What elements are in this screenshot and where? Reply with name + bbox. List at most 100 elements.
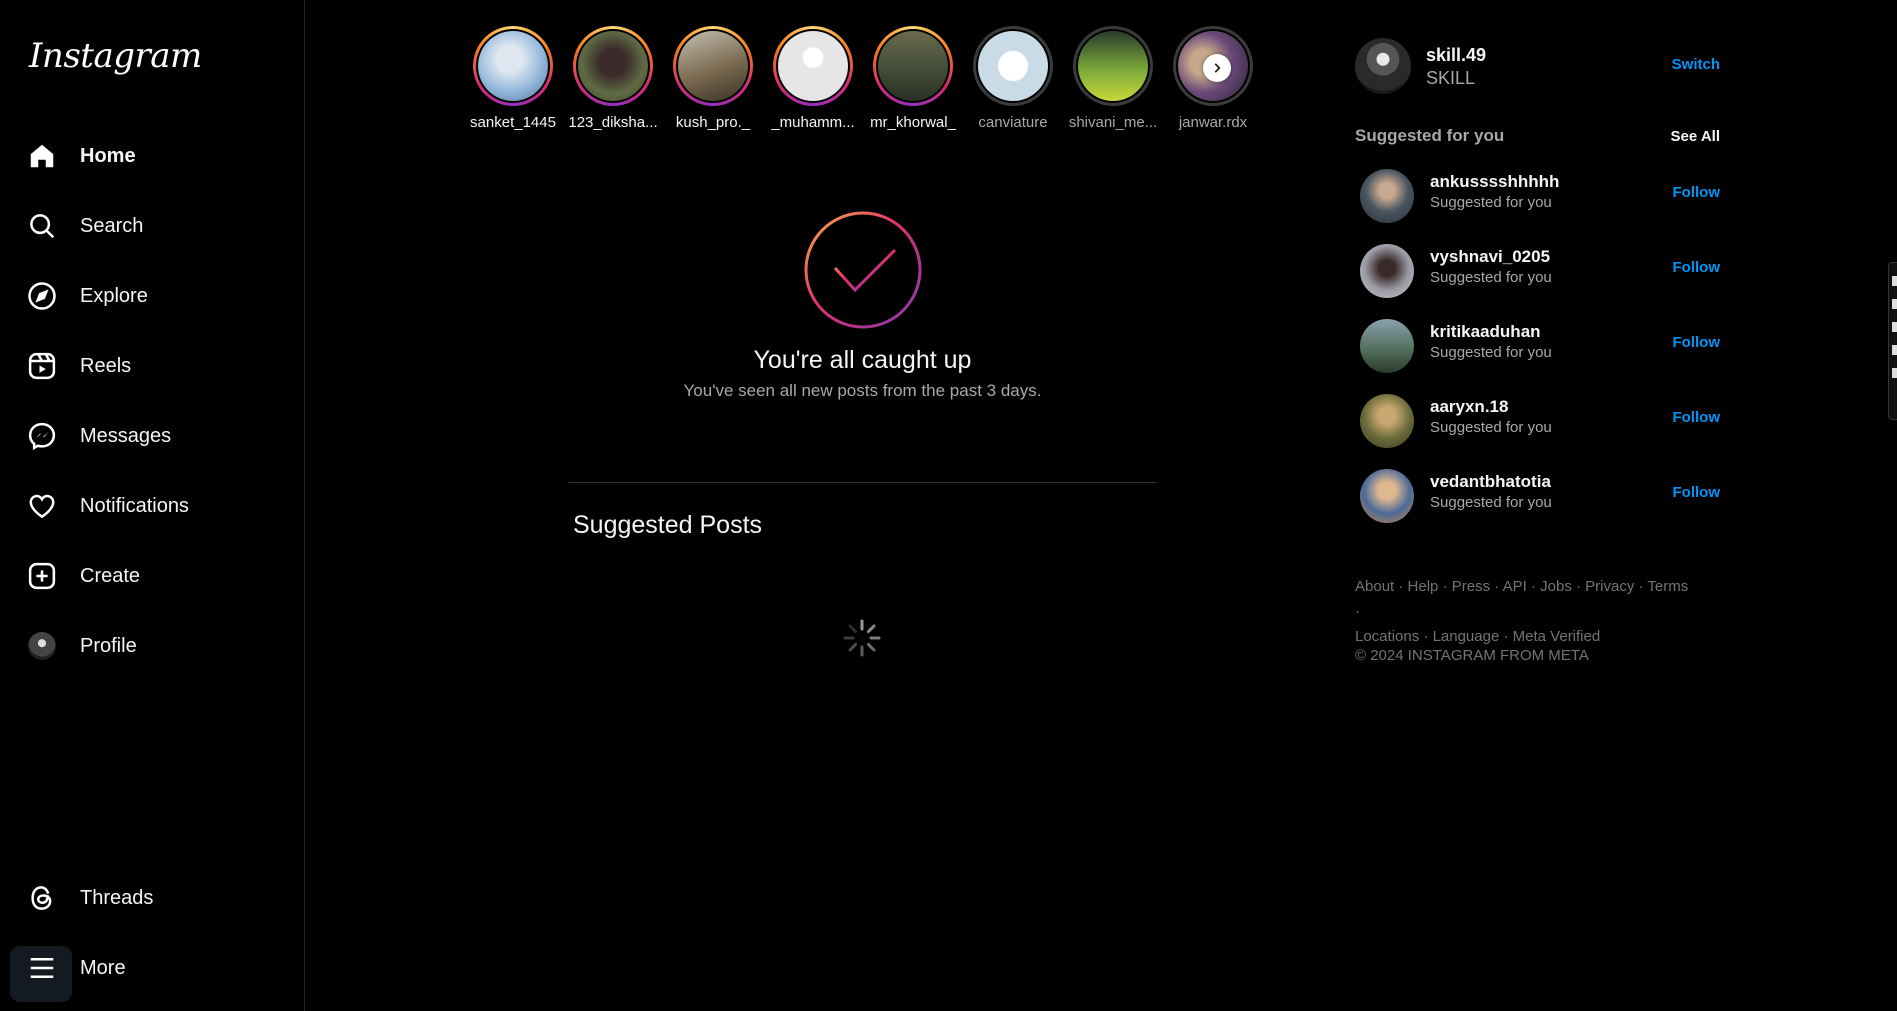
nav-threads[interactable]: Threads: [20, 870, 280, 926]
footer-link[interactable]: Help: [1408, 578, 1439, 595]
story-item[interactable]: _muhamm...: [765, 26, 861, 131]
edge-toolbar[interactable]: [1888, 262, 1897, 420]
story-item[interactable]: sanket_1445: [465, 26, 561, 131]
story-username: kush_pro._: [675, 114, 751, 131]
stories-next-button[interactable]: [1203, 54, 1231, 82]
story-avatar: [578, 31, 648, 101]
nav-create-label: Create: [80, 564, 141, 587]
messenger-icon: [20, 414, 64, 458]
footer-link[interactable]: API: [1503, 578, 1527, 595]
suggestion-row: vyshnavi_0205 Suggested for you Follow: [1355, 241, 1720, 301]
nav-notifications[interactable]: Notifications: [20, 478, 280, 534]
suggestion-avatar[interactable]: [1360, 394, 1414, 448]
suggestion-username[interactable]: ankusssshhhhh: [1430, 172, 1559, 192]
suggestion-subtitle: Suggested for you: [1430, 269, 1552, 286]
footer-link[interactable]: Locations: [1355, 628, 1419, 645]
suggestions-heading: Suggested for you: [1355, 126, 1505, 145]
suggestion-avatar[interactable]: [1360, 169, 1414, 223]
nav-home[interactable]: Home: [20, 128, 280, 184]
suggestion-row: aaryxn.18 Suggested for you Follow: [1355, 391, 1720, 451]
follow-button[interactable]: Follow: [1673, 409, 1721, 426]
follow-button[interactable]: Follow: [1673, 184, 1721, 201]
compass-icon: [20, 274, 64, 318]
chevron-right-icon: [1214, 63, 1221, 73]
suggestion-row: vedantbhatotia Suggested for you Follow: [1355, 466, 1720, 526]
story-username: shivani_me...: [1068, 114, 1158, 131]
follow-button[interactable]: Follow: [1673, 484, 1721, 501]
story-item[interactable]: canviature: [965, 26, 1061, 131]
account-username[interactable]: skill.49: [1426, 45, 1486, 66]
follow-button[interactable]: Follow: [1673, 259, 1721, 276]
story-username: sanket_1445: [470, 114, 556, 131]
search-icon: [20, 204, 64, 248]
caught-up-check-icon: [804, 211, 922, 329]
nav-explore-label: Explore: [80, 284, 148, 307]
suggestion-subtitle: Suggested for you: [1430, 344, 1552, 361]
nav-notifications-label: Notifications: [80, 494, 189, 517]
suggestion-avatar[interactable]: [1360, 469, 1414, 523]
story-username: janwar.rdx: [1178, 114, 1248, 131]
nav-more[interactable]: More: [20, 940, 280, 996]
footer-link[interactable]: About: [1355, 578, 1394, 595]
suggestion-avatar[interactable]: [1360, 244, 1414, 298]
footer-link[interactable]: Language: [1433, 628, 1500, 645]
plus-square-icon: [20, 554, 64, 598]
loading-spinner-icon: [843, 619, 881, 657]
story-avatar: [1078, 31, 1148, 101]
follow-button[interactable]: Follow: [1673, 334, 1721, 351]
reels-icon: [20, 344, 64, 388]
story-username: 123_diksha...: [568, 114, 658, 131]
footer-link[interactable]: Terms: [1647, 578, 1688, 595]
nav-profile[interactable]: Profile: [20, 618, 280, 674]
story-item[interactable]: mr_khorwal_: [865, 26, 961, 131]
footer-link[interactable]: Meta Verified: [1513, 628, 1601, 645]
nav-profile-label: Profile: [80, 634, 137, 657]
nav-home-label: Home: [80, 144, 136, 167]
right-column: skill.49 SKILL Switch Suggested for you …: [1355, 0, 1720, 700]
suggestion-subtitle: Suggested for you: [1430, 419, 1552, 436]
nav-create[interactable]: Create: [20, 548, 280, 604]
suggestion-avatar[interactable]: [1360, 319, 1414, 373]
divider: [569, 482, 1157, 483]
story-avatar: [478, 31, 548, 101]
suggestion-username[interactable]: vyshnavi_0205: [1430, 247, 1550, 267]
nav-messages[interactable]: Messages: [20, 408, 280, 464]
profile-avatar-icon: [20, 624, 64, 668]
story-username: mr_khorwal_: [870, 114, 956, 131]
suggestion-subtitle: Suggested for you: [1430, 494, 1552, 511]
nav-more-label: More: [80, 956, 126, 979]
threads-icon: [20, 876, 64, 920]
story-item[interactable]: shivani_me...: [1065, 26, 1161, 131]
footer-link[interactable]: Press: [1452, 578, 1490, 595]
story-avatar: [878, 31, 948, 101]
story-username: canviature: [978, 114, 1048, 131]
story-item[interactable]: 123_diksha...: [565, 26, 661, 131]
stories-tray: sanket_1445 123_diksha... kush_pro._ _mu…: [465, 26, 1255, 136]
nav-explore[interactable]: Explore: [20, 268, 280, 324]
heart-icon: [20, 484, 64, 528]
see-all-button[interactable]: See All: [1671, 128, 1720, 145]
suggestion-username[interactable]: kritikaaduhan: [1430, 322, 1541, 342]
caught-up-subtitle: You've seen all new posts from the past …: [683, 381, 1042, 400]
suggestion-row: ankusssshhhhh Suggested for you Follow: [1355, 166, 1720, 226]
nav-messages-label: Messages: [80, 424, 172, 447]
nav-reels[interactable]: Reels: [20, 338, 280, 394]
suggested-posts-heading: Suggested Posts: [573, 511, 763, 539]
nav-reels-label: Reels: [80, 354, 132, 377]
story-item[interactable]: kush_pro._: [665, 26, 761, 131]
account-avatar[interactable]: [1355, 38, 1411, 94]
footer-link[interactable]: Privacy: [1585, 578, 1634, 595]
suggestion-row: kritikaaduhan Suggested for you Follow: [1355, 316, 1720, 376]
suggestion-username[interactable]: vedantbhatotia: [1430, 472, 1551, 492]
nav-threads-label: Threads: [80, 886, 154, 909]
switch-account-button[interactable]: Switch: [1672, 56, 1720, 73]
hamburger-menu-icon: [20, 946, 64, 990]
nav-search-label: Search: [80, 214, 144, 237]
account-full-name: SKILL: [1426, 68, 1476, 88]
footer-link[interactable]: Jobs: [1540, 578, 1572, 595]
suggestion-username[interactable]: aaryxn.18: [1430, 397, 1508, 417]
copyright: © 2024 INSTAGRAM FROM META: [1355, 647, 1589, 664]
home-icon: [20, 134, 64, 178]
instagram-logo[interactable]: Instagram: [29, 36, 202, 76]
nav-search[interactable]: Search: [20, 198, 280, 254]
